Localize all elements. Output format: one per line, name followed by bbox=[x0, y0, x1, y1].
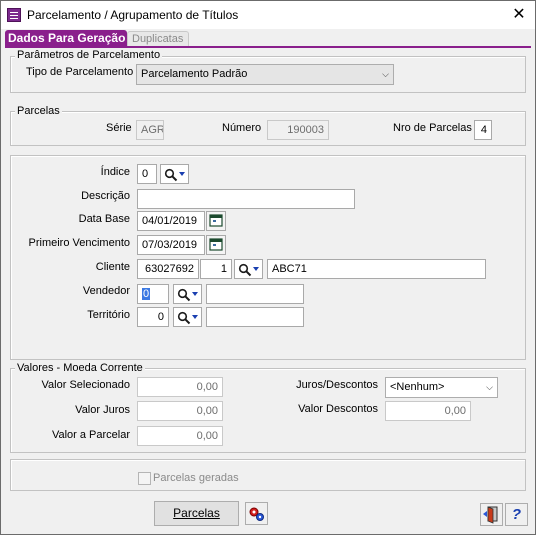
gear-icon bbox=[249, 507, 264, 521]
exit-door-icon bbox=[483, 506, 498, 524]
valor-juros-field: 0,00 bbox=[137, 401, 223, 421]
magnifier-icon bbox=[164, 168, 178, 182]
juros-descontos-value: <Nenhum> bbox=[390, 381, 445, 393]
group-valores-legend: Valores - Moeda Corrente bbox=[15, 362, 145, 375]
group-parcelas-legend: Parcelas bbox=[15, 105, 62, 118]
tipo-parcelamento-value: Parcelamento Padrão bbox=[141, 68, 248, 80]
territorio-lookup-button[interactable] bbox=[173, 307, 202, 327]
cliente-name-field[interactable]: ABC71 bbox=[267, 259, 486, 279]
group-dados bbox=[10, 155, 526, 360]
territorio-name-field[interactable] bbox=[206, 307, 304, 327]
vendedor-name-field[interactable] bbox=[206, 284, 304, 304]
valor-selecionado-field: 0,00 bbox=[137, 377, 223, 397]
help-button[interactable]: ? bbox=[505, 503, 528, 526]
group-parametros-legend: Parâmetros de Parcelamento bbox=[15, 49, 163, 62]
tipo-parcelamento-label: Tipo de Parcelamento bbox=[26, 66, 134, 78]
serie-field: AGR bbox=[136, 120, 164, 140]
valor-selecionado-label: Valor Selecionado bbox=[41, 379, 130, 391]
tab-duplicatas[interactable]: Duplicatas bbox=[127, 31, 189, 46]
valor-juros-label: Valor Juros bbox=[75, 404, 130, 416]
close-button[interactable]: ✕ bbox=[506, 4, 532, 26]
juros-descontos-select[interactable]: <Nenhum> ⌵ bbox=[385, 377, 498, 398]
indice-lookup-button[interactable] bbox=[160, 164, 189, 184]
valor-a-parcelar-label: Valor a Parcelar bbox=[51, 429, 130, 441]
valor-a-parcelar-field: 0,00 bbox=[137, 426, 223, 446]
help-icon: ? bbox=[511, 506, 522, 523]
app-icon bbox=[7, 8, 21, 22]
magnifier-icon bbox=[238, 263, 252, 277]
parcelas-geradas-label: Parcelas geradas bbox=[153, 472, 239, 484]
chevron-down-icon bbox=[253, 267, 259, 271]
exit-button[interactable] bbox=[480, 503, 503, 526]
indice-field[interactable]: 0 bbox=[137, 164, 157, 184]
vendedor-value: 0 bbox=[142, 288, 151, 300]
calendar-icon bbox=[209, 214, 223, 227]
data-base-calendar-button[interactable] bbox=[206, 211, 226, 231]
descricao-field[interactable] bbox=[137, 189, 355, 209]
vendedor-lookup-button[interactable] bbox=[173, 284, 202, 304]
gear-button[interactable] bbox=[245, 502, 268, 525]
vendedor-field[interactable]: 0 bbox=[137, 284, 169, 304]
juros-descontos-label: Juros/Descontos bbox=[296, 379, 378, 391]
cliente-lookup-button[interactable] bbox=[234, 259, 263, 279]
title-bar: Parcelamento / Agrupamento de Títulos ✕ bbox=[1, 1, 535, 29]
chevron-down-icon: ⌵ bbox=[486, 382, 493, 392]
group-parcelas-geradas bbox=[10, 459, 526, 491]
descricao-label: Descrição bbox=[81, 190, 130, 202]
primeiro-vencimento-label: Primeiro Vencimento bbox=[28, 237, 131, 249]
valor-descontos-label: Valor Descontos bbox=[298, 403, 378, 415]
chevron-down-icon bbox=[192, 315, 198, 319]
chevron-down-icon: ⌵ bbox=[382, 69, 389, 79]
tipo-parcelamento-select[interactable]: Parcelamento Padrão ⌵ bbox=[136, 64, 394, 85]
data-base-label: Data Base bbox=[78, 213, 130, 225]
parcelas-button[interactable]: Parcelas bbox=[154, 501, 239, 526]
indice-label: Índice bbox=[100, 166, 130, 178]
calendar-icon bbox=[209, 238, 223, 251]
serie-label: Série bbox=[106, 122, 132, 134]
nro-parcelas-field[interactable]: 4 bbox=[474, 120, 492, 140]
territorio-field[interactable]: 0 bbox=[137, 307, 169, 327]
cliente-code-field[interactable]: 63027692 bbox=[137, 259, 199, 279]
tab-dados-para-geracao[interactable]: Dados Para Geração bbox=[5, 30, 127, 47]
cliente-loja-field[interactable]: 1 bbox=[200, 259, 232, 279]
nro-parcelas-label: Nro de Parcelas bbox=[393, 122, 472, 134]
chevron-down-icon bbox=[192, 292, 198, 296]
parcelas-button-label: Parcelas bbox=[173, 506, 220, 520]
chevron-down-icon bbox=[179, 172, 185, 176]
magnifier-icon bbox=[177, 288, 191, 302]
valor-descontos-field: 0,00 bbox=[385, 401, 471, 421]
primeiro-vencimento-field[interactable]: 07/03/2019 bbox=[137, 235, 205, 255]
primeiro-vencimento-calendar-button[interactable] bbox=[206, 235, 226, 255]
parcelas-geradas-checkbox[interactable] bbox=[138, 472, 151, 485]
tab-underline bbox=[5, 46, 531, 48]
window-title: Parcelamento / Agrupamento de Títulos bbox=[27, 8, 239, 22]
cliente-label: Cliente bbox=[95, 261, 130, 273]
vendedor-label: Vendedor bbox=[82, 285, 130, 297]
magnifier-icon bbox=[177, 311, 191, 325]
data-base-field[interactable]: 04/01/2019 bbox=[137, 211, 205, 231]
numero-field: 190003 bbox=[267, 120, 329, 140]
numero-label: Número bbox=[222, 122, 262, 134]
territorio-label: Território bbox=[87, 309, 130, 321]
